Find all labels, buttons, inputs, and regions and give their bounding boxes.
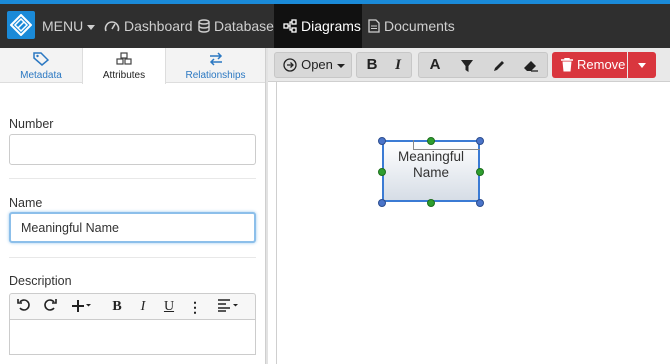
nav-item-diagrams[interactable]: Diagrams bbox=[274, 4, 362, 48]
name-label: Name bbox=[9, 196, 43, 210]
tab-relationships[interactable]: Relationships bbox=[166, 48, 265, 83]
menu-button[interactable]: MENU bbox=[42, 4, 96, 48]
align-left-icon bbox=[218, 299, 238, 312]
remove-dropdown-button[interactable] bbox=[628, 52, 656, 78]
tab-label: Metadata bbox=[20, 70, 62, 81]
redo-icon[interactable] bbox=[40, 297, 60, 317]
undo-icon[interactable] bbox=[14, 297, 34, 317]
nav-item-database[interactable]: Database bbox=[198, 4, 274, 48]
tab-label: Relationships bbox=[185, 70, 246, 81]
italic-button[interactable]: I bbox=[134, 297, 152, 317]
nav-label: Dashboard bbox=[124, 18, 193, 34]
description-label: Description bbox=[9, 274, 72, 288]
text-style-group: B I bbox=[356, 52, 412, 78]
tab-attributes[interactable]: Attributes bbox=[82, 48, 166, 84]
menu-label: MENU bbox=[42, 18, 84, 34]
trash-icon bbox=[561, 58, 573, 72]
more-options-button[interactable]: ⋮ bbox=[188, 297, 202, 317]
open-label: Open bbox=[301, 57, 333, 72]
nav-label: Database bbox=[214, 18, 274, 34]
document-icon bbox=[368, 19, 380, 33]
top-navbar: MENU Dashboard Database Diagrams Documen… bbox=[0, 0, 670, 48]
divider bbox=[9, 257, 256, 258]
divider bbox=[9, 178, 256, 179]
underline-button[interactable]: U bbox=[160, 297, 178, 317]
resize-handle[interactable] bbox=[476, 137, 484, 145]
connection-handle[interactable] bbox=[476, 168, 484, 176]
nav-item-dashboard[interactable]: Dashboard bbox=[104, 4, 193, 48]
diagram-icon bbox=[283, 19, 297, 33]
description-editor[interactable] bbox=[9, 319, 256, 355]
bold-button[interactable]: B bbox=[359, 53, 385, 77]
resize-handle[interactable] bbox=[378, 137, 386, 145]
tab-label: Attributes bbox=[102, 70, 146, 81]
entity-label: Meaningful Name bbox=[397, 149, 465, 180]
exchange-icon bbox=[209, 52, 222, 66]
logo-icon[interactable] bbox=[7, 11, 35, 39]
remove-button[interactable]: Remove bbox=[552, 52, 627, 78]
filter-icon[interactable] bbox=[453, 53, 481, 77]
open-button[interactable]: Open bbox=[275, 53, 353, 77]
nav-label: Documents bbox=[384, 18, 455, 34]
database-icon bbox=[198, 19, 210, 33]
nav-label: Diagrams bbox=[301, 18, 361, 34]
font-button[interactable]: A bbox=[421, 53, 449, 77]
connection-handle[interactable] bbox=[427, 137, 435, 145]
bold-button[interactable]: B bbox=[108, 297, 126, 317]
open-circle-arrow-icon bbox=[283, 57, 298, 72]
resize-handle[interactable] bbox=[378, 199, 386, 207]
panel-splitter[interactable] bbox=[265, 48, 268, 364]
chevron-down-icon bbox=[87, 24, 96, 30]
tab-metadata[interactable]: Metadata bbox=[0, 48, 82, 83]
cubes-icon bbox=[116, 52, 132, 65]
name-field[interactable] bbox=[9, 212, 256, 243]
diagram-toolbar: Open B I A Remove bbox=[268, 48, 670, 82]
pencil-icon[interactable] bbox=[485, 53, 513, 77]
connection-handle[interactable] bbox=[378, 168, 386, 176]
nav-item-documents[interactable]: Documents bbox=[368, 4, 455, 48]
insert-dropdown-button[interactable] bbox=[68, 297, 96, 317]
tag-icon bbox=[33, 52, 50, 66]
plus-icon bbox=[72, 300, 91, 312]
number-field[interactable] bbox=[9, 134, 256, 165]
format-group: A bbox=[418, 52, 548, 78]
resize-handle[interactable] bbox=[476, 199, 484, 207]
open-button-group: Open bbox=[274, 52, 352, 78]
dashboard-icon bbox=[104, 21, 120, 32]
eraser-icon[interactable] bbox=[517, 53, 545, 77]
diagram-canvas[interactable] bbox=[276, 82, 670, 364]
chevron-down-icon bbox=[336, 63, 345, 68]
description-editor-toolbar: B I U ⋮ bbox=[9, 293, 256, 319]
align-dropdown-button[interactable] bbox=[214, 297, 244, 317]
entity-tab-notch bbox=[413, 140, 480, 150]
properties-tabs: Metadata Attributes Relationships bbox=[0, 48, 265, 84]
number-label: Number bbox=[9, 117, 54, 131]
connection-handle[interactable] bbox=[427, 199, 435, 207]
italic-button[interactable]: I bbox=[385, 53, 411, 77]
remove-label: Remove bbox=[577, 57, 626, 72]
